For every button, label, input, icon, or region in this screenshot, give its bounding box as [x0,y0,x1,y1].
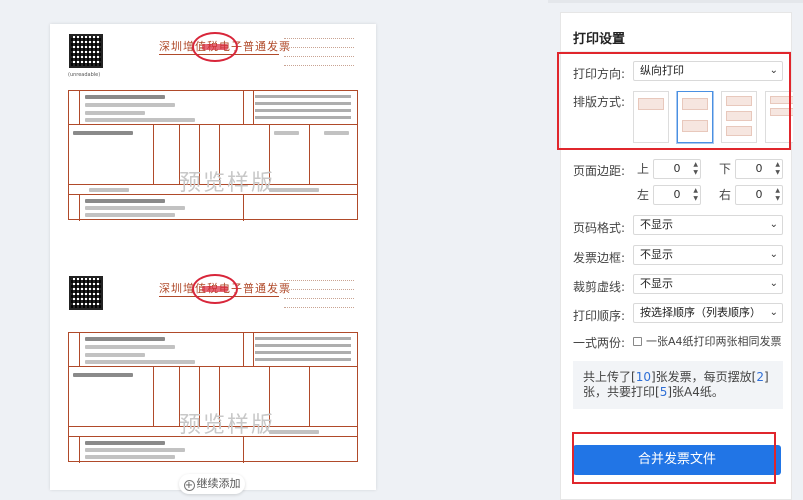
layout-option-3[interactable] [721,91,757,143]
seal-stamp [192,274,238,304]
seal-stamp [192,32,238,62]
summary-box: 共上传了[10]张发票，每页摆放[2]张，共要打印[5]张A4纸。 [573,361,783,409]
add-more-button[interactable]: + 继续添加 [179,474,245,494]
invoice-preview: 深圳增值税电子普通发票 预览样版 [64,274,362,464]
margin-bottom-input[interactable]: 0 ▲ ▼ [735,159,783,179]
invoice-border-label: 发票边框: [573,251,626,265]
stepper-icon[interactable]: ▲ ▼ [693,161,698,177]
qr-code [69,276,103,310]
chevron-down-icon: ⌄ [769,65,778,76]
margins-label: 页面边距: [573,164,626,178]
uploaded-count: 10 [635,370,651,384]
invoice-meta [284,34,354,70]
chevron-down-icon: ⌄ [769,278,778,289]
crop-line-select[interactable]: 不显示 ⌄ [633,274,783,294]
invoice-meta [284,276,354,312]
margin-right-input[interactable]: 0 ▲ ▼ [735,185,783,205]
checkbox-icon[interactable] [633,337,642,346]
print-settings-panel: 打印设置 打印方向: 纵向打印⌄ 排版方式: 页面边距: 上 0 ▲▼ 下 [560,12,793,500]
layout-option-1[interactable] [633,91,669,143]
chevron-down-icon: ⌄ [769,307,778,318]
stepper-icon[interactable]: ▲ ▼ [693,187,698,203]
invoice-border-select[interactable]: 不显示 ⌄ [633,245,783,265]
layout-label: 排版方式: [573,95,626,109]
duplicate-checkbox[interactable]: 一张A4纸打印两张相同发票 [633,333,782,349]
preview-area: (unreadable) 深圳增值税电子普通发票 预览样版 深圳增值税电子普通发… [0,0,548,500]
a4-page-preview: (unreadable) 深圳增值税电子普通发票 预览样版 深圳增值税电子普通发… [50,24,376,490]
print-order-select[interactable]: 按选择顺序（列表顺序） ⌄ [633,303,783,323]
crop-line-label: 裁剪虚线: [573,280,626,294]
margin-left-input[interactable]: 0 ▲ ▼ [653,185,701,205]
duplicate-label: 一式两份: [573,336,626,350]
print-order-label: 打印顺序: [573,309,626,323]
invoice-table: 预览样版 [68,332,358,463]
invoice-preview: (unreadable) 深圳增值税电子普通发票 预览样版 [64,32,362,222]
layout-option-2[interactable] [677,91,713,143]
layout-option-4[interactable] [765,91,793,143]
page-number-label: 页码格式: [573,221,626,235]
invoice-table: 预览样版 [68,90,358,221]
qr-code [69,34,103,68]
orientation-label: 打印方向: [573,67,626,81]
layout-options [633,91,793,151]
plus-icon: + [183,480,195,491]
orientation-select[interactable]: 纵向打印 ⌄ [633,61,783,81]
margin-top-input[interactable]: 0 ▲ ▼ [653,159,701,179]
stepper-icon[interactable]: ▲ ▼ [775,161,780,177]
page-number-select[interactable]: 不显示 ⌄ [633,215,783,235]
panel-title: 打印设置 [573,32,626,47]
chevron-down-icon: ⌄ [769,219,778,230]
stepper-icon[interactable]: ▲ ▼ [775,187,780,203]
merge-invoices-button[interactable]: 合并发票文件 [573,445,781,475]
add-more-label: 继续添加 [196,477,241,490]
chevron-down-icon: ⌄ [769,249,778,260]
per-page-count: 2 [756,370,764,384]
